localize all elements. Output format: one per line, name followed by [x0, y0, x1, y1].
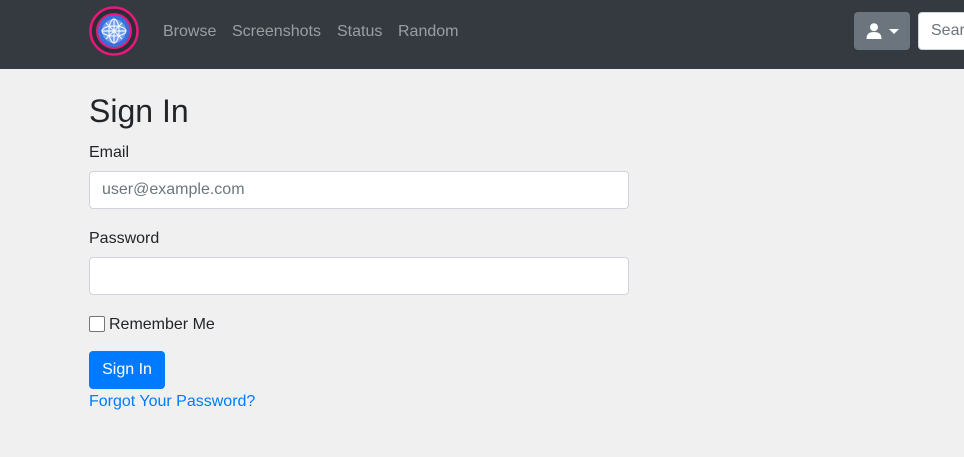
navbar: Browse Screenshots Status Random — [0, 0, 964, 69]
user-icon — [866, 23, 882, 39]
nav-link-browse[interactable]: Browse — [163, 22, 216, 41]
user-menu-button[interactable] — [854, 12, 910, 50]
remember-me-label[interactable]: Remember Me — [109, 315, 215, 334]
password-label: Password — [89, 230, 160, 247]
remember-me-checkbox[interactable] — [89, 316, 105, 332]
email-label: Email — [89, 144, 130, 161]
caret-down-icon — [889, 29, 899, 34]
nav-link-screenshots[interactable]: Screenshots — [232, 22, 321, 41]
forgot-password-link[interactable]: Forgot Your Password? — [89, 392, 255, 411]
sign-in-button[interactable]: Sign In — [89, 351, 165, 389]
page-title: Sign In — [89, 93, 189, 129]
nav-link-status[interactable]: Status — [337, 22, 382, 41]
search-input[interactable] — [918, 12, 964, 50]
email-field[interactable] — [89, 171, 629, 209]
password-field[interactable] — [89, 257, 629, 295]
globe-logo-icon[interactable] — [89, 6, 139, 56]
nav-link-random[interactable]: Random — [398, 22, 458, 41]
